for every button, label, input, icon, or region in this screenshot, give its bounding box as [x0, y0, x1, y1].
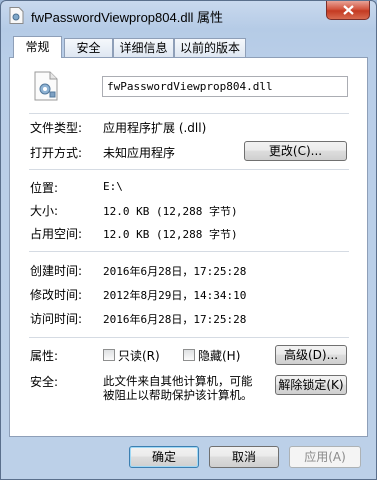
- hidden-label[interactable]: 隐藏(H): [198, 347, 240, 364]
- tab-previous-versions-label: 以前的版本: [179, 41, 240, 55]
- ok-button[interactable]: 确定: [129, 446, 199, 468]
- title-bar[interactable]: fwPasswordViewprop804.dll 属性: [1, 1, 376, 29]
- location-label: 位置:: [30, 181, 59, 195]
- readonly-checkbox[interactable]: [103, 349, 115, 361]
- accessed-value: 2016年6月28日，17:25:28: [103, 313, 247, 326]
- opens-with-label: 打开方式:: [30, 146, 83, 160]
- hidden-checkbox[interactable]: [183, 349, 195, 361]
- tab-security-label: 安全: [76, 41, 101, 55]
- tab-general-label: 常规: [25, 40, 50, 54]
- properties-window: fwPasswordViewprop804.dll 属性 常规 安全 详细信息 …: [0, 0, 377, 480]
- cancel-button[interactable]: 取消: [209, 446, 279, 468]
- filename-field[interactable]: fwPasswordViewprop804.dll: [102, 76, 348, 97]
- modified-value: 2012年8月29日，14:34:10: [103, 289, 247, 302]
- divider: [29, 113, 349, 114]
- divider: [29, 337, 349, 338]
- unblock-button[interactable]: 解除锁定(K): [275, 375, 347, 395]
- security-text-line2: 被阻止以帮助保护该计算机。: [103, 388, 253, 402]
- close-button[interactable]: [326, 1, 370, 20]
- accessed-label: 访问时间:: [30, 312, 83, 326]
- size-label: 大小:: [30, 204, 59, 218]
- apply-button[interactable]: 应用(A): [289, 446, 361, 468]
- close-icon: [343, 5, 354, 15]
- dll-file-icon: [9, 7, 24, 24]
- security-label: 安全:: [30, 375, 59, 389]
- divider: [29, 169, 349, 170]
- size-on-disk-label: 占用空间:: [30, 227, 83, 241]
- tab-security[interactable]: 安全: [64, 38, 113, 58]
- window-title: fwPasswordViewprop804.dll 属性: [31, 10, 223, 25]
- tab-details-label: 详细信息: [119, 41, 168, 55]
- location-value: E:\: [103, 180, 123, 193]
- tab-general[interactable]: 常规: [13, 36, 62, 58]
- change-button[interactable]: 更改(C)...: [244, 141, 347, 161]
- size-on-disk-value: 12.0 KB (12,288 字节): [103, 228, 238, 241]
- created-label: 创建时间:: [30, 264, 83, 278]
- type-label: 文件类型:: [30, 121, 83, 135]
- type-value: 应用程序扩展 (.dll): [103, 121, 207, 135]
- tab-previous-versions[interactable]: 以前的版本: [174, 38, 246, 58]
- readonly-label[interactable]: 只读(R): [118, 347, 160, 364]
- opens-with-value: 未知应用程序: [103, 146, 176, 160]
- modified-label: 修改时间:: [30, 288, 83, 302]
- divider: [29, 251, 349, 252]
- created-value: 2016年6月28日，17:25:28: [103, 265, 247, 278]
- attributes-label: 属性:: [30, 349, 59, 363]
- size-value: 12.0 KB (12,288 字节): [103, 205, 238, 218]
- dll-large-file-icon: [34, 71, 58, 101]
- advanced-button[interactable]: 高级(D)...: [275, 345, 347, 365]
- tab-details[interactable]: 详细信息: [113, 38, 174, 58]
